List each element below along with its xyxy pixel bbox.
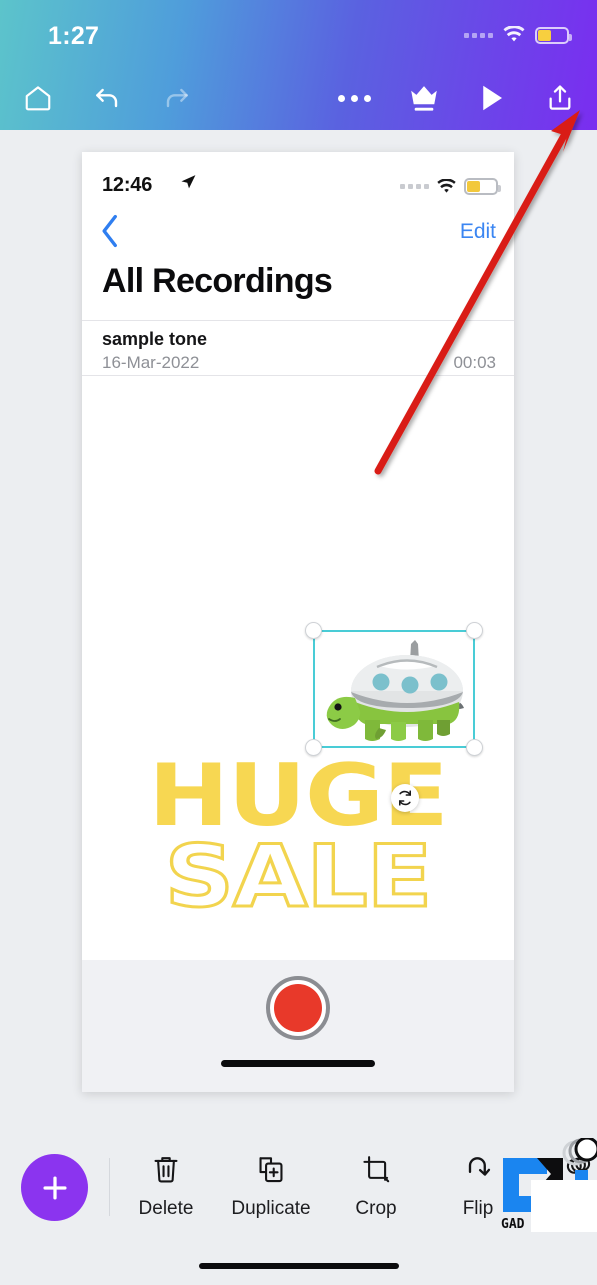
sticker-selection-frame[interactable] (305, 622, 483, 756)
inner-status-bar-time: 12:46 (102, 174, 153, 196)
headline-text-huge[interactable]: HUGE (82, 753, 514, 839)
chevron-left-icon[interactable] (100, 214, 120, 254)
battery-icon (464, 178, 501, 195)
resize-handle-bottom-right[interactable] (466, 739, 483, 756)
toolbar-divider (109, 1158, 110, 1216)
design-canvas[interactable]: 12:46 Edit All Recordings sample tone 16… (82, 152, 514, 1092)
delete-tool-label: Delete (138, 1198, 194, 1219)
resize-handle-top-right[interactable] (466, 622, 483, 639)
more-options-icon[interactable] (328, 72, 380, 124)
turtle-ufo-sticker[interactable] (319, 636, 473, 746)
watermark-white-overlay (531, 1180, 597, 1232)
duplicate-tool-label: Duplicate (231, 1198, 311, 1219)
status-bar-time: 1:27 (48, 22, 100, 50)
recording-list-item[interactable]: sample tone 16-Mar-2022 00:03 (82, 320, 514, 376)
home-icon[interactable] (12, 72, 64, 124)
inner-home-indicator (221, 1060, 375, 1067)
share-export-icon[interactable] (534, 72, 586, 124)
phone-screen: 1:27 12:46 Edit All Recordings sample to… (0, 0, 597, 1285)
duplicate-tool-button[interactable]: Duplicate (223, 1154, 319, 1220)
add-element-button[interactable] (21, 1154, 88, 1221)
recording-duration: 00:03 (453, 353, 496, 372)
inner-status-bar-indicators (400, 178, 501, 195)
editor-action-row (0, 72, 597, 130)
editor-top-bar: 1:27 (0, 0, 597, 130)
flip-icon (468, 1157, 491, 1176)
undo-icon[interactable] (82, 72, 134, 124)
resize-handle-top-left[interactable] (305, 622, 322, 639)
resize-handle-bottom-left[interactable] (305, 739, 322, 756)
trash-icon (154, 1157, 178, 1183)
crop-icon (363, 1156, 390, 1183)
page-title: All Recordings (102, 262, 333, 300)
recording-name: sample tone (102, 329, 208, 349)
recording-date: 16-Mar-2022 (102, 353, 200, 372)
crop-tool-button[interactable]: Crop (328, 1154, 424, 1220)
crown-premium-icon[interactable] (398, 72, 450, 124)
cellular-signal-icon (464, 32, 493, 38)
location-arrow-icon (180, 174, 197, 196)
watermark-brand-text: GAD (501, 1217, 525, 1232)
duplicate-icon (259, 1157, 283, 1183)
wifi-icon (503, 26, 525, 42)
battery-icon (535, 26, 572, 44)
device-status-bar: 1:27 (0, 0, 597, 68)
device-home-indicator (198, 1263, 399, 1269)
wifi-icon (437, 178, 456, 193)
rotate-icon[interactable] (391, 784, 419, 812)
play-preview-icon[interactable] (466, 72, 518, 124)
delete-tool-button[interactable]: Delete (118, 1154, 214, 1220)
edit-button[interactable]: Edit (460, 220, 496, 244)
redo-icon[interactable] (150, 72, 202, 124)
record-button-icon[interactable] (266, 976, 330, 1040)
headline-text-sale[interactable]: SALE (82, 833, 514, 922)
crop-tool-label: Crop (355, 1198, 397, 1219)
cellular-signal-icon (400, 184, 429, 189)
flip-tool-label: Flip (462, 1198, 494, 1219)
status-bar-indicators (464, 26, 572, 44)
